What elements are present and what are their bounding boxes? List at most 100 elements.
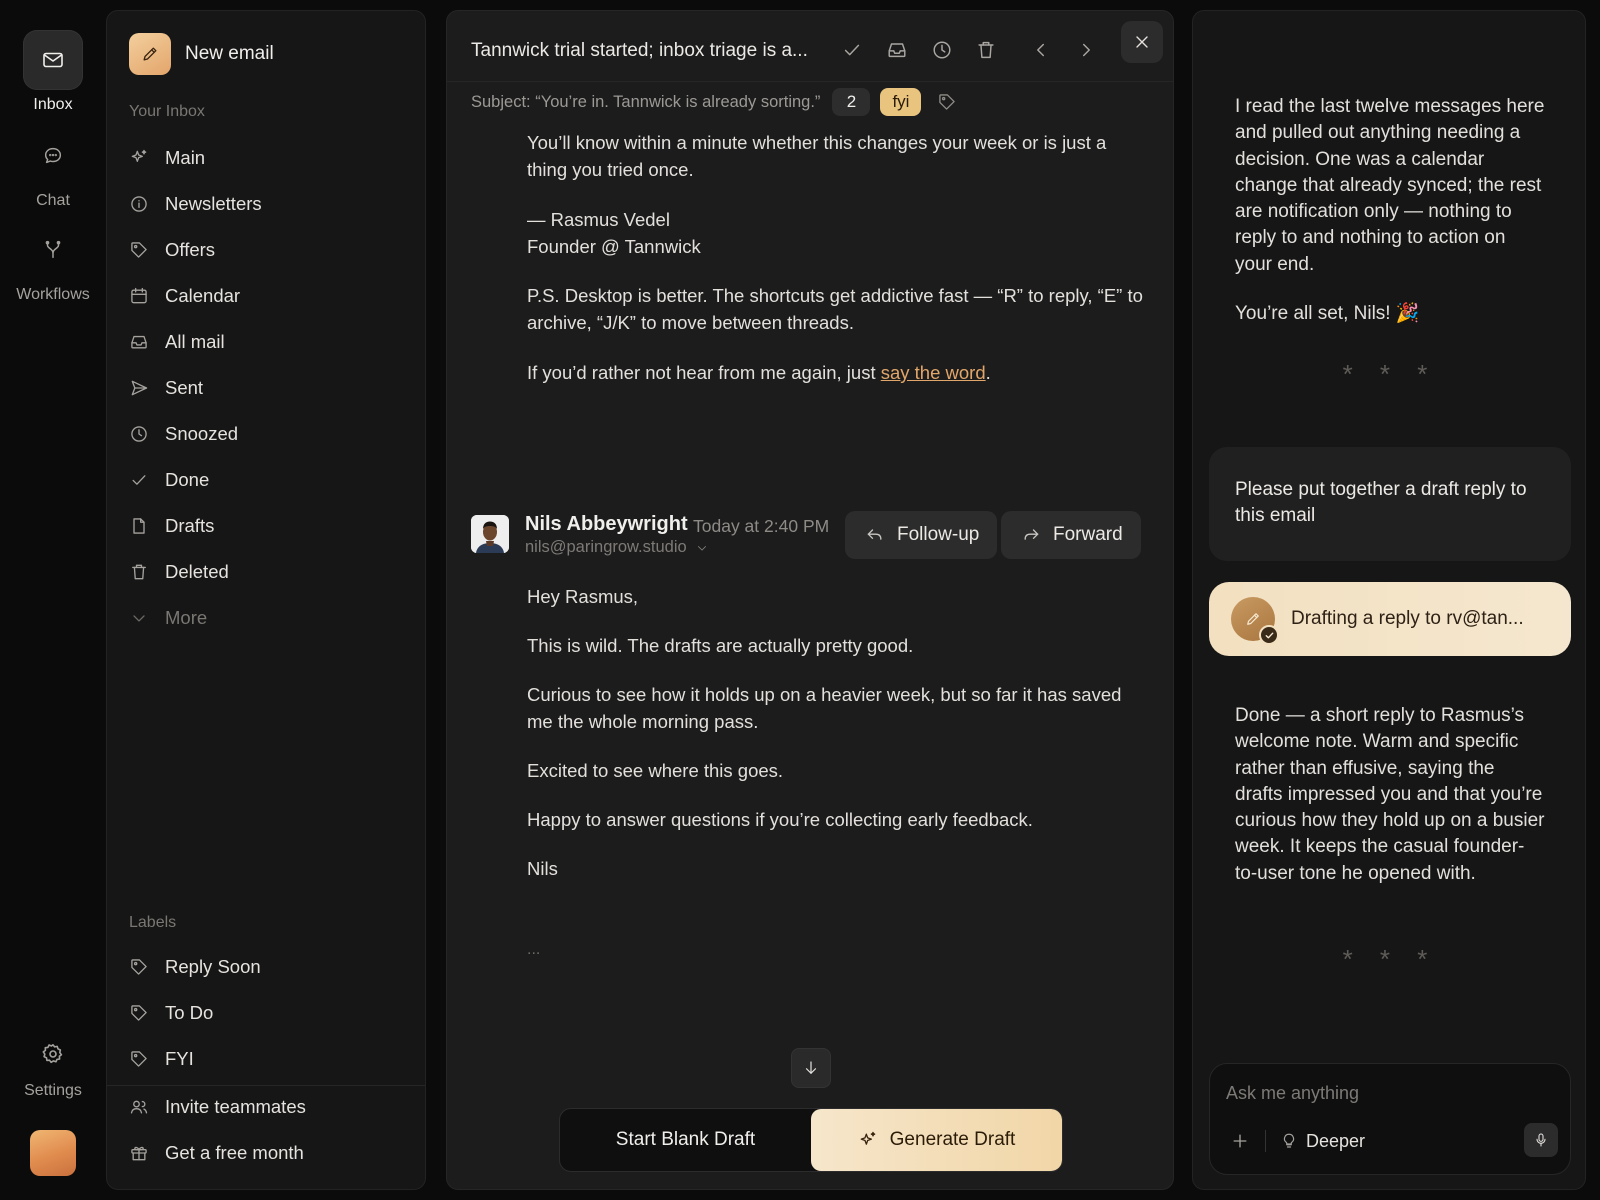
deeper-mode-toggle[interactable]: Deeper — [1280, 1126, 1365, 1156]
sidebar-item-main[interactable]: Main — [129, 138, 405, 178]
sidebar-item-all-mail[interactable]: All mail — [129, 322, 405, 362]
previous-ps-paragraph: P.S. Desktop is better. The shortcuts ge… — [527, 285, 1143, 333]
message-body-paragraph: Happy to answer questions if you’re coll… — [527, 809, 1033, 830]
labels-section-title: Labels — [129, 914, 177, 931]
previous-body-paragraph: You’ll know within a minute whether this… — [527, 132, 1107, 180]
pencil-icon — [1231, 597, 1279, 645]
close-thread-button[interactable] — [1121, 21, 1163, 63]
label-to-do[interactable]: To Do — [129, 993, 405, 1033]
microphone-icon — [1533, 1132, 1549, 1148]
forward-label: Forward — [1053, 524, 1123, 545]
rail-settings[interactable]: Settings — [0, 1024, 106, 1100]
avatar[interactable] — [30, 1130, 76, 1176]
sender-name: Nils Abbeywright — [525, 513, 688, 535]
sidebar-item-sent[interactable]: Sent — [129, 368, 405, 408]
sidebar-divider — [107, 1085, 425, 1086]
chevron-left-icon — [1030, 39, 1052, 61]
tag-icon — [129, 240, 149, 260]
message-body-paragraph: Excited to see where this goes. — [527, 760, 784, 781]
free-month-button[interactable]: Get a free month — [129, 1133, 405, 1173]
snooze-button[interactable] — [923, 29, 961, 71]
subject-line: Subject: “You’re in. Tannwick is already… — [471, 92, 821, 111]
sidebar-item-drafts[interactable]: Drafts — [129, 506, 405, 546]
start-blank-draft-button[interactable]: Start Blank Draft — [560, 1109, 811, 1171]
generate-draft-button[interactable]: Generate Draft — [811, 1109, 1062, 1171]
message-separator: * * * — [1342, 359, 1438, 389]
email-pane: Tannwick trial started; inbox triage is … — [446, 10, 1174, 1190]
chevron-down-icon — [695, 541, 709, 555]
sidebar-item-label: All mail — [165, 331, 225, 352]
deeper-label: Deeper — [1306, 1130, 1366, 1151]
label-reply-soon[interactable]: Reply Soon — [129, 947, 405, 987]
rail-workflows-label: Workflows — [16, 286, 90, 303]
sidebar-item-label: Drafts — [165, 515, 215, 536]
rail-inbox-label: Inbox — [33, 96, 73, 113]
sidebar-item-offers[interactable]: Offers — [129, 230, 405, 270]
trash-icon — [129, 562, 149, 582]
new-email-button[interactable]: New email — [129, 33, 274, 75]
archive-button[interactable] — [878, 29, 916, 71]
branch-icon — [23, 220, 83, 280]
sidebar-item-label: Deleted — [165, 561, 229, 582]
plus-icon[interactable] — [1228, 1129, 1252, 1153]
fyi-label-badge[interactable]: fyi — [880, 88, 922, 116]
sidebar-item-label: Done — [165, 469, 210, 490]
app-rail: Inbox Chat Workflows Settings — [0, 0, 106, 1200]
sidebar-item-calendar[interactable]: Calendar — [129, 276, 405, 316]
tag-icon — [129, 957, 149, 977]
sidebar-item-done[interactable]: Done — [129, 460, 405, 500]
rail-chat[interactable]: Chat — [0, 126, 106, 210]
generate-draft-label: Generate Draft — [889, 1129, 1016, 1150]
label-name: To Do — [165, 1002, 214, 1023]
invite-teammates-button[interactable]: Invite teammates — [129, 1087, 405, 1127]
rail-inbox[interactable]: Inbox — [0, 30, 106, 114]
sidebar-item-label: More — [165, 607, 208, 628]
unsubscribe-paragraph: If you’d rather not hear from me again, … — [527, 359, 1147, 386]
ask-input[interactable] — [1226, 1078, 1546, 1108]
tag-icon[interactable] — [935, 90, 959, 114]
delete-button[interactable] — [967, 29, 1005, 71]
scroll-down-button[interactable] — [791, 1048, 831, 1088]
inbox-section-title: Your Inbox — [129, 103, 205, 120]
label-fyi[interactable]: FYI — [129, 1039, 405, 1079]
unsubscribe-link[interactable]: say the word — [881, 362, 986, 383]
sidebar-item-snoozed[interactable]: Snoozed — [129, 414, 405, 454]
lightbulb-icon — [1280, 1132, 1298, 1150]
label-name: Reply Soon — [165, 956, 261, 977]
chevron-down-icon — [129, 608, 149, 628]
previous-signature-title: Founder @ Tannwick — [527, 236, 701, 257]
send-icon — [129, 378, 149, 398]
drafting-status-chip[interactable]: Drafting a reply to rv@tan... — [1209, 582, 1571, 656]
tray-icon — [886, 39, 908, 61]
sparkle-icon — [858, 1130, 878, 1150]
thread-title: Tannwick trial started; inbox triage is … — [471, 40, 808, 61]
sidebar-item-label: Calendar — [165, 285, 241, 306]
gift-icon — [129, 1143, 149, 1163]
message-body-paragraph: This is wild. The drafts are actually pr… — [527, 635, 914, 656]
message-separator: * * * — [1342, 944, 1438, 974]
sidebar-item-newsletters[interactable]: Newsletters — [129, 184, 405, 224]
mark-done-button[interactable] — [833, 29, 871, 71]
invite-teammates-label: Invite teammates — [165, 1096, 306, 1117]
drafting-status-label: Drafting a reply to rv@tan... — [1291, 608, 1524, 629]
previous-thread-button[interactable] — [1022, 29, 1060, 71]
show-trimmed-content[interactable]: ... — [527, 941, 540, 959]
forward-button[interactable]: Forward — [1001, 511, 1141, 559]
sender-email-address: nils@paringrow.studio — [525, 538, 687, 556]
gear-icon — [23, 1024, 83, 1084]
next-thread-button[interactable] — [1067, 29, 1105, 71]
users-icon — [129, 1097, 149, 1117]
calendar-icon — [129, 286, 149, 306]
subject-row: Subject: “You’re in. Tannwick is already… — [471, 88, 959, 116]
follow-up-button[interactable]: Follow-up — [845, 511, 998, 559]
sidebar-item-more[interactable]: More — [129, 598, 405, 638]
rail-workflows[interactable]: Workflows — [0, 220, 106, 304]
check-icon — [129, 470, 149, 490]
sidebar-item-deleted[interactable]: Deleted — [129, 552, 405, 592]
microphone-button[interactable] — [1524, 1123, 1558, 1157]
sender-email[interactable]: nils@paringrow.studio — [525, 538, 709, 557]
assistant-pane: I read the last twelve messages here and… — [1192, 10, 1586, 1190]
label-name: FYI — [165, 1048, 194, 1069]
composer-divider — [1265, 1130, 1266, 1152]
trash-icon — [975, 39, 997, 61]
